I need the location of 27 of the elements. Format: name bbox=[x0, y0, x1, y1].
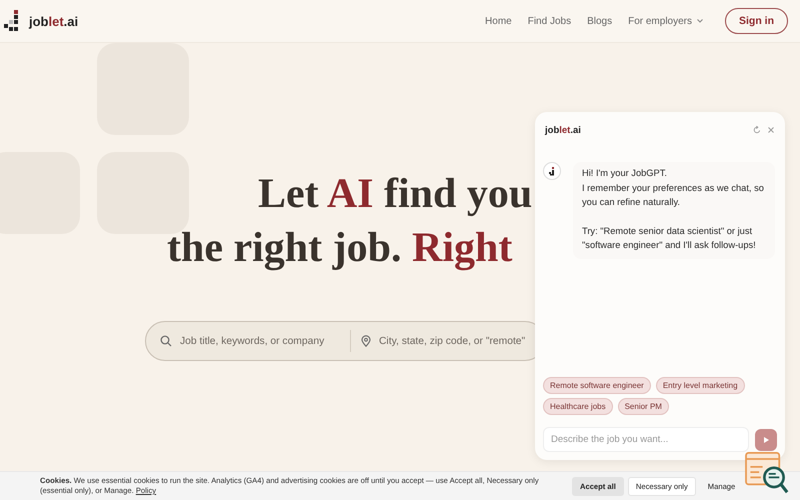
search-icon bbox=[160, 335, 172, 347]
sign-in-button[interactable]: Sign in bbox=[725, 8, 788, 34]
logo-icon bbox=[4, 10, 21, 32]
suggestion-chip[interactable]: Remote software engineer bbox=[543, 377, 651, 394]
refresh-icon[interactable] bbox=[753, 126, 761, 134]
caret-icon bbox=[697, 19, 703, 23]
send-icon bbox=[764, 436, 768, 442]
keyword-field[interactable]: Job title, keywords, or company bbox=[180, 336, 340, 346]
logo-text[interactable]: joblet.ai bbox=[29, 14, 78, 28]
headline: Let AI find you bbox=[258, 170, 532, 219]
nav-link[interactable]: For employers bbox=[620, 12, 711, 30]
suggestion-chip[interactable]: Entry level marketing bbox=[656, 377, 745, 394]
close-icon[interactable] bbox=[767, 126, 775, 134]
location-pin-icon bbox=[361, 335, 371, 347]
suggestion-chip[interactable]: Senior PM bbox=[618, 398, 669, 415]
chat-input[interactable]: Describe the job you want... bbox=[543, 427, 749, 452]
nav-link[interactable]: Home bbox=[477, 12, 520, 30]
send-button[interactable] bbox=[755, 428, 777, 450]
location-field[interactable]: City, state, zip code, or "remote" bbox=[379, 336, 531, 346]
chat-title: joblet.ai bbox=[545, 124, 581, 136]
nav-link[interactable]: Find Jobs bbox=[520, 12, 580, 30]
nav-link[interactable]: Blogs bbox=[579, 12, 620, 30]
headline: the right job. Right bbox=[167, 224, 512, 273]
browser-search-icon[interactable] bbox=[745, 452, 789, 494]
suggestion-chip[interactable]: Healthcare jobs bbox=[543, 398, 613, 415]
bot-avatar bbox=[543, 162, 561, 180]
chat-message: Hi! I'm your JobGPT. I remember your preferences as we chat, so you can refine naturally. Try: "Remote senior data scientist" or just "software engineer" and I'll ask follow-ups! bbox=[573, 162, 775, 259]
